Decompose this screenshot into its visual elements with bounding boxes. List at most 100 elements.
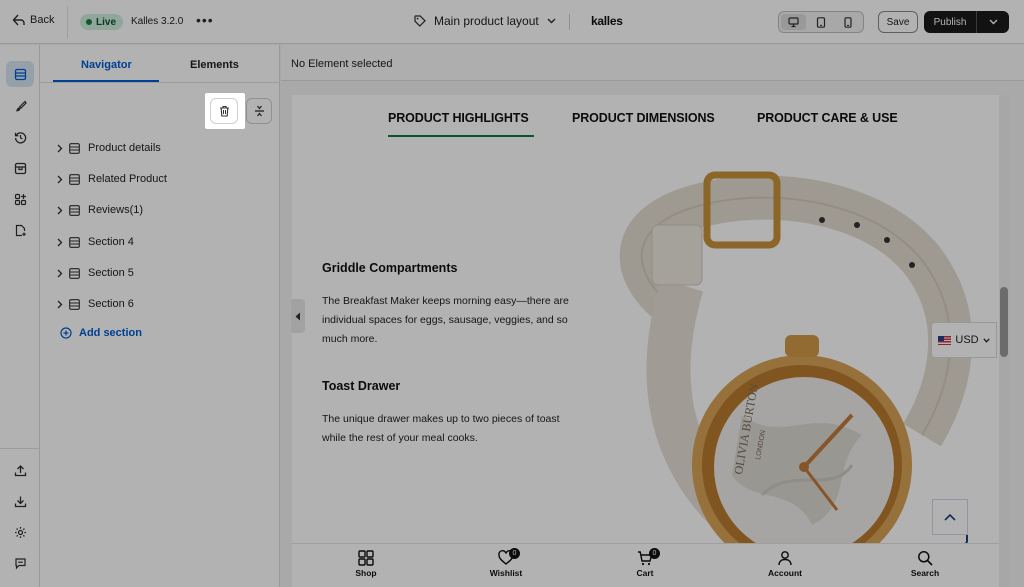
tabs-border bbox=[40, 82, 280, 83]
back-arrow-icon bbox=[12, 14, 25, 26]
trash-icon bbox=[219, 105, 229, 117]
section-item-section-4[interactable]: Section 4 bbox=[57, 233, 134, 251]
active-tab-underline bbox=[388, 135, 534, 137]
section-item-section-6[interactable]: Section 6 bbox=[57, 295, 134, 313]
grid-icon bbox=[358, 550, 374, 566]
live-label: Live bbox=[96, 16, 117, 28]
search-icon bbox=[918, 551, 933, 566]
rail-settings-button[interactable] bbox=[6, 519, 34, 545]
feature-title: Toast Drawer bbox=[322, 379, 401, 393]
rail-separator bbox=[0, 448, 40, 449]
nav-label: Shop bbox=[355, 568, 377, 578]
device-switcher bbox=[778, 11, 864, 33]
nav-label: Account bbox=[768, 568, 802, 578]
scrollbar-thumb[interactable] bbox=[1000, 287, 1008, 357]
rail-styles-button[interactable] bbox=[6, 93, 34, 119]
section-icon bbox=[69, 236, 80, 248]
back-button[interactable]: Back bbox=[12, 14, 54, 26]
tab-product-dimensions[interactable]: PRODUCT DIMENSIONS bbox=[572, 111, 715, 125]
mobile-bottom-nav: Shop 0 Wishlist 0 Cart Account Search bbox=[292, 543, 999, 587]
section-icon bbox=[69, 173, 80, 185]
desktop-icon bbox=[788, 16, 799, 27]
scroll-to-top-button[interactable] bbox=[932, 499, 968, 535]
desktop-view-button[interactable] bbox=[781, 14, 807, 30]
topbar-divider bbox=[67, 6, 68, 38]
page-add-icon bbox=[15, 224, 26, 236]
save-button[interactable]: Save bbox=[878, 11, 918, 33]
chevron-up-icon bbox=[944, 513, 956, 521]
tablet-icon bbox=[816, 16, 826, 28]
chevron-down-icon bbox=[989, 19, 997, 25]
section-icon bbox=[69, 142, 80, 154]
section-label: Reviews(1) bbox=[88, 204, 144, 216]
section-item-related-product[interactable]: Related Product bbox=[57, 170, 167, 188]
more-options-icon[interactable]: ••• bbox=[196, 13, 214, 27]
currency-label: USD bbox=[955, 334, 979, 346]
nav-cart[interactable]: 0 Cart bbox=[615, 548, 675, 578]
download-icon bbox=[14, 496, 26, 507]
section-label: Product details bbox=[88, 142, 161, 154]
section-item-section-5[interactable]: Section 5 bbox=[57, 264, 134, 282]
mobile-icon bbox=[844, 16, 852, 28]
publish-button-group: Publish bbox=[924, 11, 1009, 33]
chevron-right-icon bbox=[57, 300, 63, 308]
rail-export-button[interactable] bbox=[6, 457, 34, 483]
chevron-right-icon bbox=[57, 269, 63, 277]
delete-button[interactable] bbox=[210, 98, 238, 124]
publish-button[interactable]: Publish bbox=[924, 11, 976, 33]
currency-selector[interactable]: USD bbox=[931, 322, 997, 358]
chevron-down-icon bbox=[547, 18, 556, 24]
navigator-panel: Navigator Elements Product details Relat… bbox=[40, 45, 280, 587]
topbar-separator bbox=[569, 14, 570, 30]
rail-sections-button[interactable] bbox=[6, 61, 34, 87]
caret-left-icon bbox=[295, 312, 300, 320]
rail-history-button[interactable] bbox=[6, 124, 34, 150]
left-icon-rail bbox=[0, 45, 40, 587]
nav-account[interactable]: Account bbox=[755, 550, 815, 578]
user-icon bbox=[778, 551, 792, 566]
tab-product-highlights[interactable]: PRODUCT HIGHLIGHTS bbox=[388, 111, 529, 125]
add-section-label: Add section bbox=[79, 327, 142, 339]
rail-apps-button[interactable] bbox=[6, 186, 34, 212]
rail-chat-button[interactable] bbox=[6, 550, 34, 576]
live-badge: Live bbox=[80, 14, 124, 30]
chevron-right-icon bbox=[57, 144, 63, 152]
section-item-product-details[interactable]: Product details bbox=[57, 139, 161, 157]
chat-icon bbox=[14, 557, 26, 569]
us-flag-icon bbox=[938, 335, 952, 345]
tab-navigator[interactable]: Navigator bbox=[81, 59, 132, 71]
canvas-scrollbar[interactable] bbox=[999, 95, 1009, 587]
collapse-panel-handle[interactable] bbox=[291, 299, 305, 333]
apps-icon bbox=[14, 193, 26, 205]
nav-label: Wishlist bbox=[489, 568, 523, 578]
nav-wishlist[interactable]: 0 Wishlist bbox=[476, 548, 536, 578]
wishlist-count: 0 bbox=[509, 548, 520, 559]
cart-count: 0 bbox=[649, 548, 660, 559]
collapse-all-button[interactable] bbox=[246, 98, 272, 124]
box-icon bbox=[14, 162, 26, 174]
publish-options-button[interactable] bbox=[977, 11, 1009, 33]
rail-pages-button[interactable] bbox=[6, 217, 34, 243]
tablet-view-button[interactable] bbox=[808, 14, 833, 30]
layout-selector[interactable]: Main product layout bbox=[414, 14, 556, 28]
chevron-down-icon bbox=[982, 337, 990, 343]
feature-text: The Breakfast Maker keeps morning easy—t… bbox=[322, 295, 569, 345]
section-icon bbox=[69, 298, 80, 310]
section-item-reviews[interactable]: Reviews(1) bbox=[57, 201, 143, 219]
rail-import-button[interactable] bbox=[6, 488, 34, 514]
mobile-view-button[interactable] bbox=[836, 14, 861, 30]
gear-icon bbox=[14, 526, 26, 538]
feature-text: The unique drawer makes up to two pieces… bbox=[322, 413, 560, 444]
rail-store-button[interactable] bbox=[6, 155, 34, 181]
tab-product-care[interactable]: PRODUCT CARE & USE bbox=[757, 111, 898, 125]
selection-status: No Element selected bbox=[291, 58, 393, 70]
nav-shop[interactable]: Shop bbox=[336, 550, 396, 578]
chevron-right-icon bbox=[57, 238, 63, 246]
theme-name: Kalles 3.2.0 bbox=[131, 16, 184, 27]
feature-title: Griddle Compartments bbox=[322, 261, 458, 275]
tab-elements[interactable]: Elements bbox=[190, 59, 239, 71]
section-icon bbox=[69, 204, 80, 216]
paint-brush-icon bbox=[15, 100, 27, 111]
nav-search[interactable]: Search bbox=[895, 550, 955, 578]
add-section-button[interactable]: Add section bbox=[60, 327, 142, 339]
